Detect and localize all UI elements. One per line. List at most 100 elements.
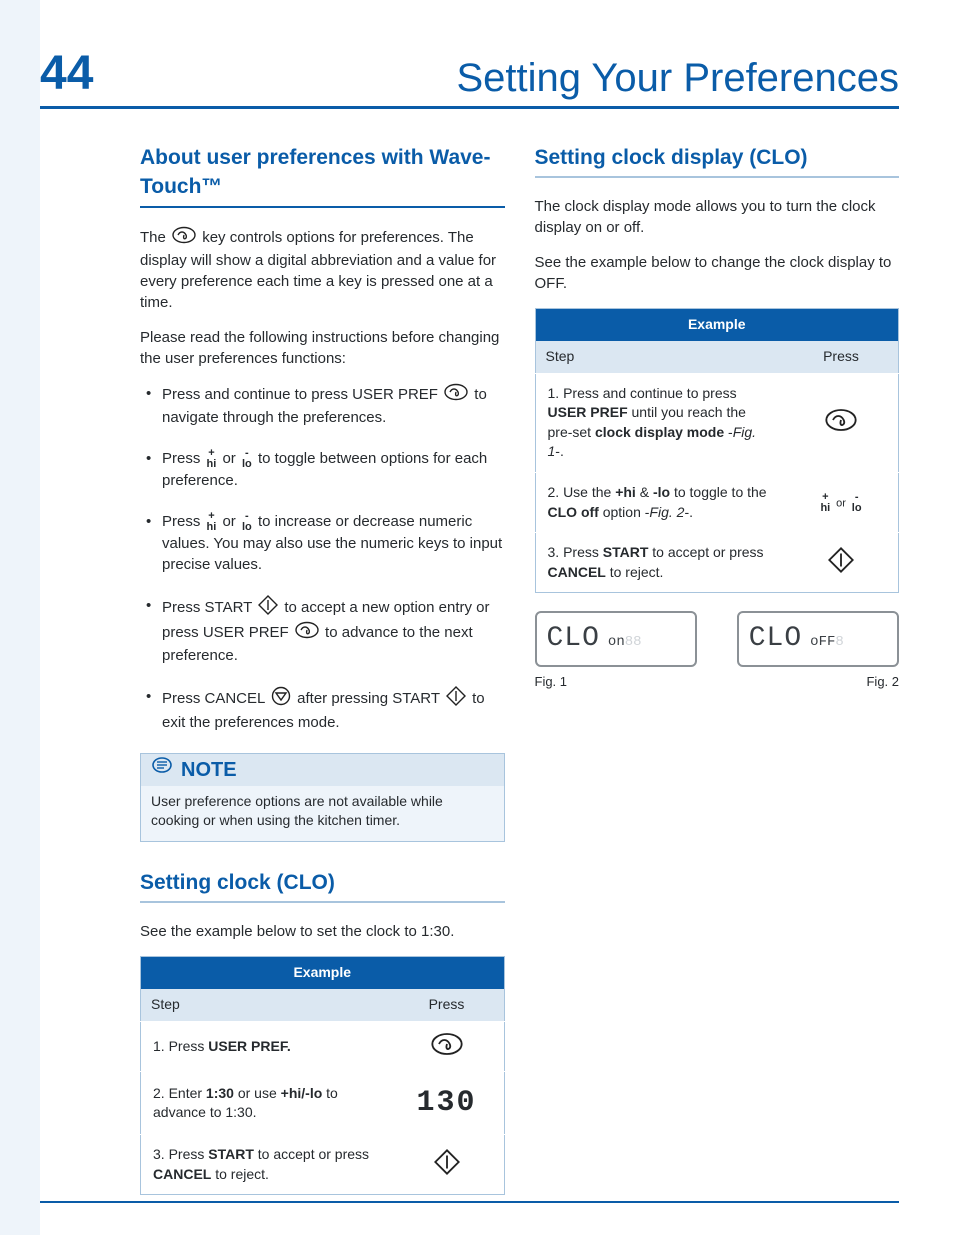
table-title: Example [535, 309, 899, 341]
left-column: About user preferences with Wave-Touch™ … [40, 143, 505, 1213]
footer-rule [40, 1201, 899, 1203]
text: 3. Press [153, 1146, 208, 1162]
text: 1. Press and continue to press [548, 385, 737, 401]
text: option - [599, 504, 650, 520]
lcd-ghost: 88 [625, 634, 642, 650]
text: START [603, 544, 649, 560]
table-row: 1. Press USER PREF. [141, 1021, 505, 1072]
lcd-big: CLO [547, 619, 600, 658]
page-title: Setting Your Preferences [456, 58, 899, 98]
heading-setting-clock: Setting clock (CLO) [140, 868, 505, 903]
lcd-big: CLO [749, 619, 802, 658]
intro-paragraph: The key controls options for preferences… [140, 226, 505, 313]
text: to toggle to the [670, 484, 767, 500]
text: CANCEL [153, 1166, 211, 1182]
read-first: Please read the following instructions b… [140, 327, 505, 369]
heading-clock-display: Setting clock display (CLO) [535, 143, 900, 178]
start-icon [446, 686, 466, 712]
step-cell: 3. Press START to accept or press CANCEL… [141, 1135, 390, 1195]
step-cell: 2. Use the +hi & -lo to toggle to the CL… [535, 472, 784, 532]
note-heading: NOTE [151, 754, 494, 786]
cancel-icon [271, 686, 291, 712]
press-cell [390, 1021, 505, 1072]
user-pref-icon [444, 383, 468, 407]
note-icon [151, 755, 173, 785]
lcd-small: oFF [810, 634, 835, 650]
note-body: User preference options are not availabl… [151, 786, 494, 831]
start-icon [434, 1162, 460, 1178]
press-cell: 130 [390, 1072, 505, 1135]
clockdisp-p2: See the example below to change the cloc… [535, 252, 900, 294]
table-row: 3. Press START to accept or press CANCEL… [141, 1135, 505, 1195]
table-row: 2. Use the +hi & -lo to toggle to the CL… [535, 472, 899, 532]
instruction-5: Press CANCEL after pressing START to exi… [140, 686, 505, 733]
heading-about: About user preferences with Wave-Touch™ [140, 143, 505, 208]
user-pref-icon [430, 1043, 464, 1059]
text: Press [162, 450, 205, 467]
col-step: Step [141, 989, 390, 1021]
text: or use [234, 1085, 281, 1101]
text: USER PREF. [208, 1038, 290, 1054]
step-cell: 1. Press USER PREF. [141, 1021, 390, 1072]
text: +hi [615, 484, 636, 500]
table-row: 2. Enter 1:30 or use +hi/-lo to advance … [141, 1072, 505, 1135]
text: to reject. [606, 564, 664, 580]
lcd-ghost: 8 [835, 634, 843, 650]
user-pref-icon [824, 419, 858, 435]
figure-caption: Fig. 2 [737, 673, 899, 691]
text: Press and continue to press USER PREF [162, 386, 442, 403]
text: 1:30 [206, 1085, 234, 1101]
text: START [208, 1146, 254, 1162]
lcd-small: on [608, 634, 625, 650]
instruction-3: Press +hi or -lo to increase or decrease… [140, 511, 505, 575]
text: or [836, 497, 846, 509]
table-row: 3. Press START to accept or press CANCEL… [535, 533, 899, 593]
lcd-display: CLO oFF8 [737, 611, 899, 666]
start-icon [828, 560, 854, 576]
text: or [222, 513, 240, 530]
instruction-list: Press and continue to press USER PREF to… [140, 383, 505, 733]
step-cell: 3. Press START to accept or press CANCEL… [535, 533, 784, 593]
plus-hi-icon: +hi [207, 511, 217, 533]
plus-hi-icon: +hi [820, 492, 830, 514]
text: after pressing START [297, 690, 444, 707]
text: CLO off [548, 504, 599, 520]
text: Fig. 2 [649, 504, 684, 520]
header-rule [40, 106, 899, 109]
example-table-clock: Example Step Press 1. Press USER PREF. 2… [140, 956, 505, 1195]
text: The [140, 229, 170, 246]
page-number: 44 [40, 50, 93, 98]
minus-lo-icon: -lo [242, 448, 252, 470]
table-row: 1. Press and continue to press USER PREF… [535, 373, 899, 472]
step-cell: 2. Enter 1:30 or use +hi/-lo to advance … [141, 1072, 390, 1135]
page-header: 44 Setting Your Preferences [40, 50, 899, 98]
start-icon [258, 595, 278, 621]
text: USER PREF [548, 404, 628, 420]
press-cell [784, 533, 899, 593]
lcd-display: CLO on88 [535, 611, 697, 666]
text: +hi/-lo [281, 1085, 323, 1101]
step-cell: 1. Press and continue to press USER PREF… [535, 373, 784, 472]
text: 2. Enter [153, 1085, 206, 1101]
clockdisp-p1: The clock display mode allows you to tur… [535, 196, 900, 238]
press-cell [784, 373, 899, 472]
minus-lo-icon: -lo [242, 511, 252, 533]
text: or [222, 450, 240, 467]
note-box: NOTE User preference options are not ava… [140, 753, 505, 842]
digit-display: 130 [416, 1086, 476, 1120]
figure-row: CLO on88 Fig. 1 CLO oFF8 Fig. 2 [535, 611, 900, 690]
instruction-4: Press START to accept a new option entry… [140, 595, 505, 666]
text: -. [555, 443, 564, 459]
example-table-clockdisplay: Example Step Press 1. Press and continue… [535, 308, 900, 593]
figure-2: CLO oFF8 Fig. 2 [737, 611, 899, 690]
text: - [724, 424, 733, 440]
plus-hi-icon: +hi [207, 448, 217, 470]
press-cell: +hi or -lo [784, 472, 899, 532]
right-column: Setting clock display (CLO) The clock di… [535, 143, 900, 1213]
text: Press CANCEL [162, 690, 269, 707]
col-press: Press [390, 989, 505, 1021]
figure-caption: Fig. 1 [535, 673, 697, 691]
col-press: Press [784, 341, 899, 373]
figure-1: CLO on88 Fig. 1 [535, 611, 697, 690]
text: clock display mode [595, 424, 724, 440]
